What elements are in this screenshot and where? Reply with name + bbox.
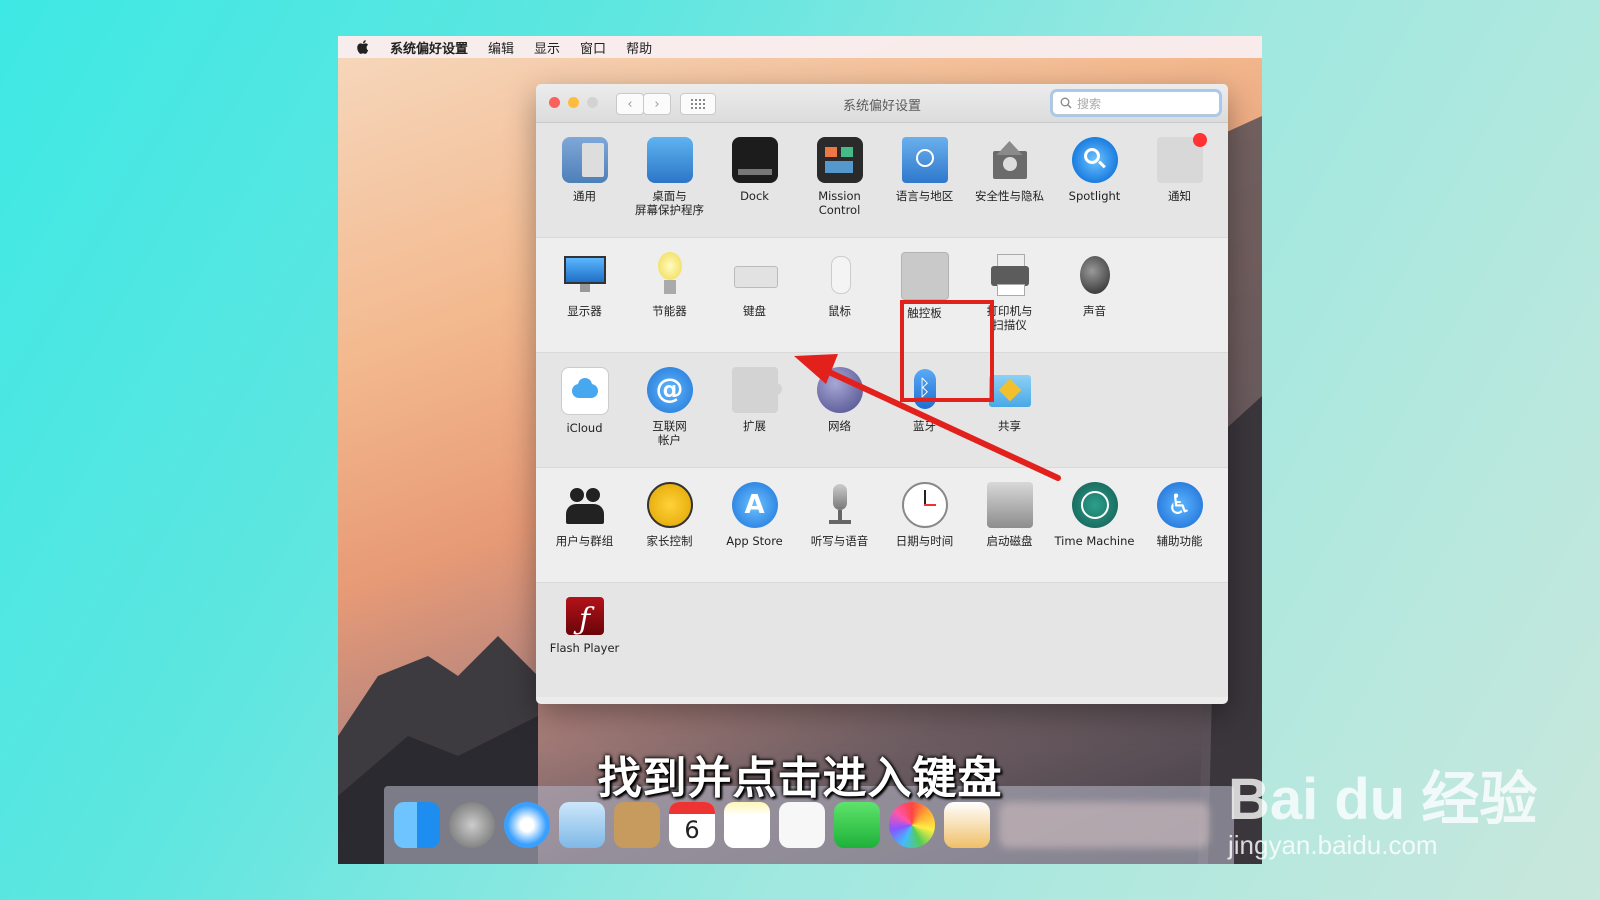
baidu-watermark-url: jingyan.baidu.com: [1228, 830, 1438, 860]
baidu-watermark-text: Bai du 经验: [1228, 767, 1538, 832]
blurred-dock-icons: [999, 802, 1209, 848]
safari-icon[interactable]: [504, 802, 550, 848]
baidu-watermark-logo: Bai du 经验: [1228, 752, 1537, 836]
red-arrow-annotation: [794, 354, 1061, 481]
pages-icon[interactable]: [944, 802, 990, 848]
reminders-icon[interactable]: [779, 802, 825, 848]
photos-icon[interactable]: [889, 802, 935, 848]
contacts-icon[interactable]: [614, 802, 660, 848]
calendar-icon[interactable]: 6: [669, 802, 715, 848]
mail-icon[interactable]: [559, 802, 605, 848]
video-frame: 系统偏好设置 编辑 显示 窗口 帮助 ‹ › 系统偏好设置 搜索 通用 桌面与 …: [338, 36, 1262, 864]
launchpad-icon[interactable]: [449, 802, 495, 848]
finder-icon[interactable]: [394, 802, 440, 848]
calendar-day: 6: [684, 816, 700, 844]
facetime-icon[interactable]: [834, 802, 880, 848]
notes-icon[interactable]: [724, 802, 770, 848]
